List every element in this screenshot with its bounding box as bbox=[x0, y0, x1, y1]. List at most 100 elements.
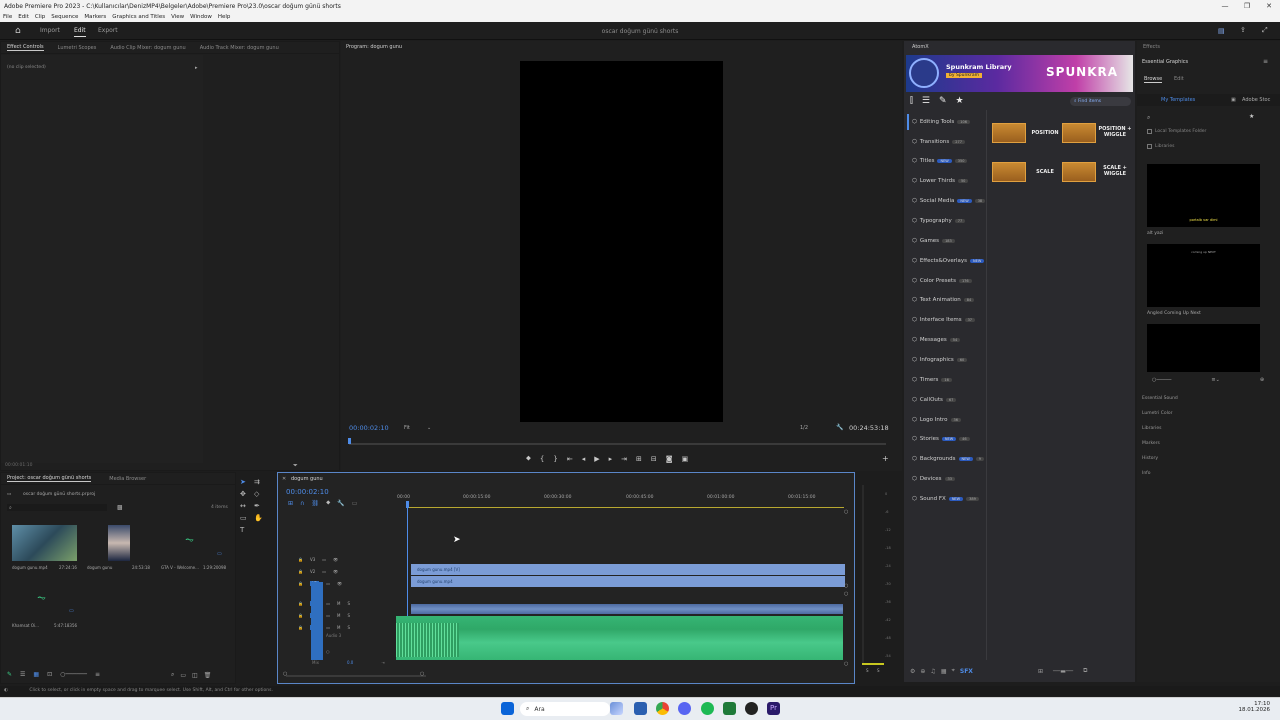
add-button-icon[interactable]: + bbox=[882, 454, 889, 463]
solo-button[interactable]: S bbox=[348, 625, 351, 630]
windows-start-icon[interactable] bbox=[501, 702, 514, 715]
tab-lumetri-scopes[interactable]: Lumetri Scopes bbox=[58, 45, 97, 51]
lock-icon[interactable]: 🔒 bbox=[298, 613, 303, 618]
hand-tool-icon[interactable]: ✋ bbox=[254, 514, 268, 522]
tab-browse[interactable]: Browse bbox=[1144, 76, 1163, 83]
play-icon[interactable]: ▶ bbox=[594, 455, 599, 463]
premiere-icon[interactable]: Pr bbox=[767, 702, 780, 715]
category-interface-items[interactable]: ⬡ Interface Items 37 bbox=[912, 317, 976, 323]
close-button[interactable]: ✕ bbox=[1258, 0, 1280, 12]
solo-button[interactable]: S bbox=[348, 601, 351, 606]
linked-select-icon[interactable]: ⛓ bbox=[311, 500, 319, 507]
eye-icon[interactable]: 👁 bbox=[333, 557, 338, 562]
solo-right-button[interactable]: S bbox=[877, 668, 880, 673]
category-effects-overlays[interactable]: ⬡ Effects&Overlays NEW bbox=[912, 258, 985, 264]
scroll-handle-icon[interactable]: ○ bbox=[844, 591, 848, 597]
lock-icon[interactable]: 🔒 bbox=[298, 625, 303, 630]
go-to-out-icon[interactable]: ⇥ bbox=[621, 455, 627, 463]
favorites-star-icon[interactable]: ★ bbox=[956, 96, 964, 106]
mark-in-icon[interactable]: { bbox=[540, 455, 544, 463]
libraries-checkbox[interactable]: Libraries bbox=[1147, 144, 1174, 149]
type-tool-icon[interactable]: T bbox=[240, 526, 254, 534]
ripple-edit-icon[interactable]: ✥ bbox=[240, 490, 254, 498]
project-search[interactable]: ⌕ bbox=[7, 504, 107, 511]
eye-icon[interactable]: 👁 bbox=[337, 581, 342, 586]
preset-position-wiggle[interactable]: POSITION + WIGGLE bbox=[1062, 123, 1132, 143]
share-icon[interactable]: ⇪ bbox=[1240, 26, 1246, 34]
music-icon[interactable]: ♫ bbox=[930, 668, 935, 675]
new-bin-icon[interactable]: ▩ bbox=[117, 504, 123, 511]
audio-clip-a1[interactable] bbox=[411, 604, 843, 614]
preset-position[interactable]: POSITION bbox=[992, 123, 1060, 143]
discord-icon[interactable] bbox=[678, 702, 691, 715]
menu-graphics[interactable]: Graphics and Titles bbox=[112, 14, 165, 20]
category-messages[interactable]: ⬡ Messages 54 bbox=[912, 337, 961, 343]
atomx-tab[interactable]: AtomX bbox=[912, 44, 929, 50]
pencil-icon[interactable]: ✎ bbox=[7, 671, 12, 678]
menu-icon[interactable]: ≡ bbox=[1263, 58, 1268, 65]
thumbnail-dogum-gunu-seq[interactable] bbox=[108, 525, 130, 561]
workspaces-icon[interactable]: ▤ bbox=[1218, 27, 1225, 35]
menu-view[interactable]: View bbox=[171, 14, 184, 20]
quality-select[interactable]: 1/2 bbox=[800, 425, 808, 431]
horizontal-scrollbar[interactable] bbox=[286, 675, 426, 677]
star-icon[interactable]: ★ bbox=[1249, 113, 1254, 120]
grid-icon[interactable]: ⊞ bbox=[1038, 668, 1043, 675]
track-target-a[interactable] bbox=[311, 582, 323, 660]
menu-markers[interactable]: Markers bbox=[84, 14, 106, 20]
lock-icon[interactable]: 🔒 bbox=[298, 557, 303, 562]
export-frame-icon[interactable]: ◙ bbox=[666, 455, 673, 463]
work-area-bar[interactable] bbox=[408, 507, 844, 508]
clock[interactable]: 17:10 18.01.2026 bbox=[1230, 701, 1271, 713]
tab-effect-controls[interactable]: Effect Controls bbox=[7, 44, 44, 51]
pin-icon[interactable]: ⌖ bbox=[951, 667, 954, 675]
size-slider[interactable]: ──▬── bbox=[1053, 668, 1073, 675]
sync-icon[interactable]: ▭ bbox=[322, 569, 326, 574]
go-to-end-icon[interactable]: ⇥ bbox=[359, 660, 384, 665]
category-lower-thirds[interactable]: ⬡ Lower Thirds 50 bbox=[912, 178, 969, 184]
task-view-icon[interactable] bbox=[634, 702, 647, 715]
nest-icon[interactable]: ⊞ bbox=[288, 500, 293, 507]
template-preview[interactable]: coming up NEXT bbox=[1147, 244, 1260, 307]
layout-icon[interactable]: ▦ bbox=[941, 668, 947, 675]
lock-icon[interactable]: 🔒 bbox=[298, 601, 303, 606]
tab-media-browser[interactable]: Media Browser bbox=[109, 476, 146, 482]
category-transitions[interactable]: ⬡ Transitions 277 bbox=[912, 139, 965, 145]
program-timecode[interactable]: 00:00:02:10 bbox=[349, 424, 389, 432]
category-devices[interactable]: ⬡ Devices 33 bbox=[912, 476, 955, 482]
section-info[interactable]: Info bbox=[1137, 466, 1280, 481]
effects-tab[interactable]: Effects bbox=[1143, 44, 1160, 50]
track-select-icon[interactable]: ⇉ bbox=[254, 478, 268, 486]
category-logo-intro[interactable]: ⬡ Logo Intro 36 bbox=[912, 417, 961, 423]
clip-v2[interactable]: dogum gunu.mp4 [V] bbox=[411, 564, 845, 575]
sync-icon[interactable]: ▭ bbox=[326, 601, 330, 606]
expand-icon[interactable]: ⧉ bbox=[1083, 667, 1087, 675]
settings-icon[interactable]: ⚙ bbox=[910, 668, 915, 675]
steam-icon[interactable] bbox=[745, 702, 758, 715]
tab-audio-clip-mixer[interactable]: Audio Clip Mixer: dogum gunu bbox=[110, 45, 185, 51]
game-launcher-icon[interactable] bbox=[723, 702, 736, 715]
template-preview[interactable]: portalb var dimi bbox=[1147, 164, 1260, 227]
new-item-icon[interactable]: ◫ bbox=[192, 672, 198, 679]
category-infographics[interactable]: ⬡ Infographics 60 bbox=[912, 357, 968, 363]
add-icon[interactable]: ⊕ bbox=[920, 668, 925, 675]
category-timers[interactable]: ⬡ Timers 16 bbox=[912, 377, 952, 383]
playhead[interactable] bbox=[348, 438, 351, 444]
sync-icon[interactable]: ▭ bbox=[326, 613, 330, 618]
tab-my-templates[interactable]: My Templates bbox=[1161, 97, 1195, 103]
scroll-handle-icon[interactable]: ○ bbox=[844, 661, 848, 667]
pen-tool-icon[interactable]: ✒ bbox=[254, 502, 268, 510]
zoom-handle-icon[interactable]: ○ bbox=[420, 671, 424, 677]
trash-icon[interactable]: 🗑 bbox=[204, 672, 212, 679]
sort-icon[interactable]: ≡ bbox=[95, 671, 100, 678]
rectangle-tool-icon[interactable]: ▭ bbox=[240, 514, 254, 522]
go-to-in-icon[interactable]: ⇤ bbox=[567, 455, 573, 463]
step-forward-icon[interactable]: ▸ bbox=[609, 455, 613, 463]
zoom-slider[interactable]: ○────── bbox=[60, 671, 87, 678]
section-markers[interactable]: Markers bbox=[1137, 436, 1280, 451]
maximize-button[interactable]: ❐ bbox=[1236, 0, 1258, 12]
atomx-banner[interactable]: Spunkram Library by Spunkram SPUNKRA bbox=[906, 55, 1133, 92]
icon-view-icon[interactable]: ▦ bbox=[33, 671, 39, 678]
close-icon[interactable]: ✕ bbox=[282, 476, 286, 482]
lock-icon[interactable]: 🔒 bbox=[298, 569, 303, 574]
